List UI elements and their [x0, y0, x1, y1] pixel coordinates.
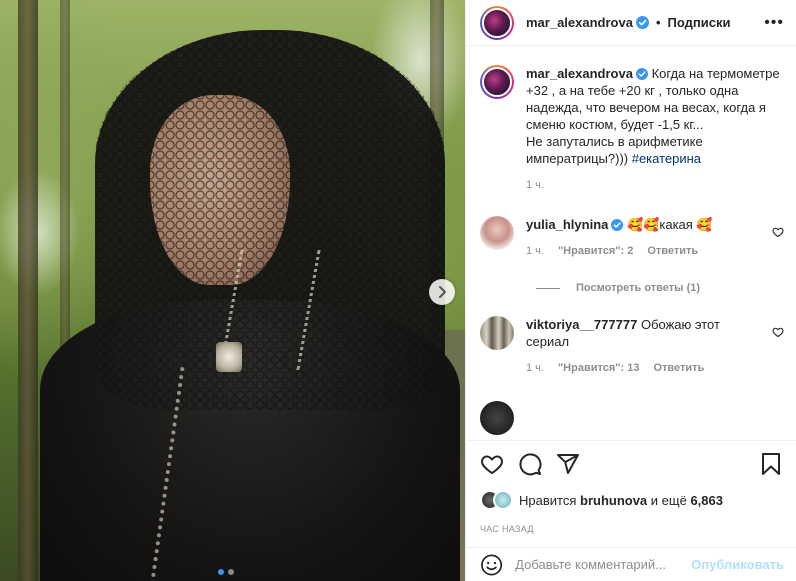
avatar[interactable] [493, 490, 513, 510]
bookmark-icon[interactable] [760, 452, 782, 476]
divider [536, 287, 560, 289]
emoji-icon[interactable] [480, 553, 503, 577]
comment-username[interactable]: viktoriya__777777 [526, 317, 637, 332]
comment-partial [480, 401, 784, 435]
avatar[interactable] [480, 216, 514, 250]
carousel-indicator [218, 569, 234, 575]
likes-prefix: Нравится [519, 492, 577, 508]
carousel-dot [228, 569, 234, 575]
likes-count[interactable]: 6,863 [690, 493, 723, 508]
post-header: mar_alexandrova • Подписки ••• [466, 0, 796, 46]
heart-icon[interactable] [480, 452, 504, 476]
avatar[interactable] [480, 316, 514, 350]
carousel-dot [218, 569, 224, 575]
separator-dot: • [655, 15, 661, 30]
comment-input[interactable] [515, 557, 692, 572]
likes-joiner: и ещё [650, 492, 687, 508]
like-comment-heart-icon[interactable] [772, 226, 784, 238]
post-sidebar: mar_alexandrova • Подписки ••• mar_alexa… [465, 0, 796, 581]
view-replies-label: Посмотреть ответы (1) [576, 282, 701, 294]
comments-list[interactable]: mar_alexandrova Когда на термометре +32 … [466, 47, 796, 440]
reply-button[interactable]: Ответить [653, 360, 704, 377]
avatar[interactable] [480, 65, 514, 99]
more-options-icon[interactable]: ••• [764, 14, 784, 32]
tree-trunk [18, 0, 38, 581]
verified-badge-icon [611, 219, 624, 231]
avatar[interactable] [480, 5, 514, 40]
comment-time[interactable]: 1 ч. [526, 360, 544, 377]
publish-button[interactable]: Опубликовать [691, 557, 784, 572]
comment-likes[interactable]: "Нравится": 2 [558, 243, 633, 260]
comment-username[interactable]: yulia_hlynina [526, 217, 608, 232]
caption: mar_alexandrova Когда на термометре +32 … [480, 65, 784, 194]
author-username[interactable]: mar_alexandrova [526, 15, 633, 30]
liker-avatars [480, 490, 513, 510]
share-icon[interactable] [556, 452, 580, 476]
next-photo-button[interactable] [429, 279, 455, 305]
caption-time[interactable]: 1 ч. [526, 177, 544, 194]
comment-icon[interactable] [518, 452, 542, 476]
add-comment-bar: Опубликовать [466, 547, 796, 581]
comment: yulia_hlynina 🥰🥰какая 🥰 1 ч. "Нравится":… [480, 216, 784, 260]
verified-badge-icon [635, 16, 649, 29]
hashtag-link[interactable]: #екатерина [632, 151, 701, 166]
comment-time[interactable]: 1 ч. [526, 243, 544, 260]
brooch [216, 342, 242, 372]
comment-likes[interactable]: "Нравится": 13 [558, 360, 639, 377]
post-actions [466, 440, 796, 486]
like-comment-heart-icon[interactable] [772, 326, 784, 338]
avatar[interactable] [480, 401, 514, 435]
reply-button[interactable]: Ответить [647, 243, 698, 260]
post-photo[interactable] [0, 0, 465, 581]
following-button[interactable]: Подписки [668, 15, 731, 30]
view-replies-button[interactable]: Посмотреть ответы (1) [536, 282, 784, 294]
liker-username[interactable]: bruhunova [580, 493, 647, 508]
comment-text: 🥰🥰какая 🥰 [627, 217, 713, 232]
comment: viktoriya__777777 Обожаю этот сериал 1 ч… [480, 316, 784, 377]
post-timestamp[interactable]: ЧАС НАЗАД [480, 524, 534, 534]
verified-badge-icon [635, 68, 648, 80]
caption-username[interactable]: mar_alexandrova [526, 66, 633, 81]
chevron-right-icon [439, 286, 446, 298]
likes-summary: Нравится bruhunova и ещё 6,863 [480, 490, 784, 510]
